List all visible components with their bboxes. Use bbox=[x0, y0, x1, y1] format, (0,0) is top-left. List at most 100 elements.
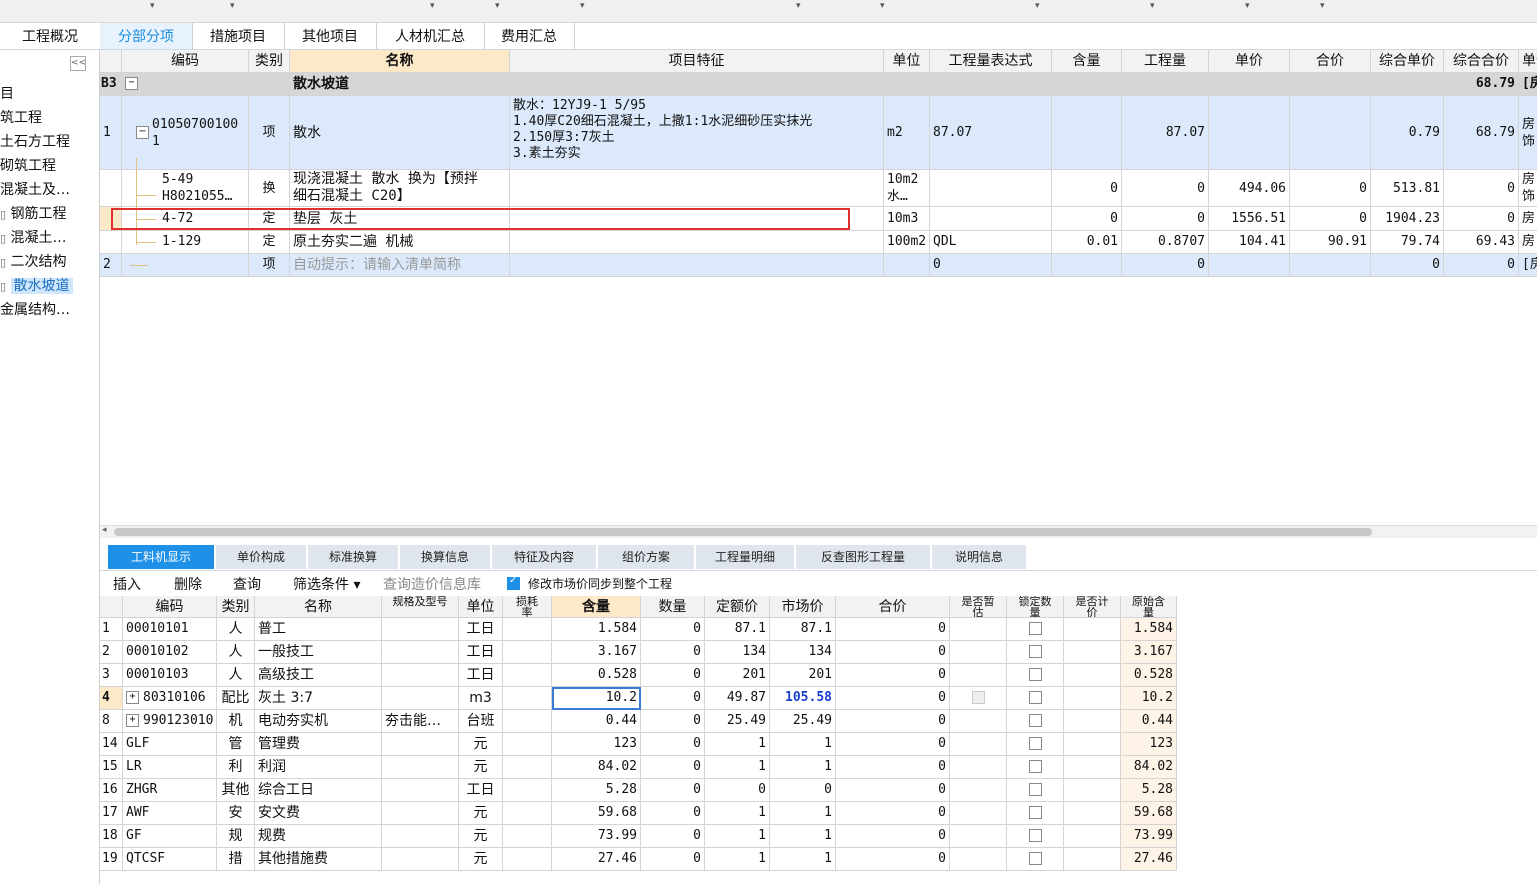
tree-item[interactable]: 土石方工程 bbox=[0, 131, 70, 153]
bill-unit[interactable] bbox=[884, 254, 930, 277]
lock-quantity-checkbox[interactable] bbox=[1028, 645, 1042, 658]
header-type[interactable]: 类别 bbox=[249, 50, 290, 73]
dropdown-arrow-icon[interactable]: ▾ bbox=[1320, 1, 1325, 11]
tree-item[interactable]: 砌筑工程 bbox=[0, 155, 56, 177]
dropdown-arrow-icon[interactable]: ▾ bbox=[430, 1, 435, 11]
resource-market-price[interactable]: 25.49 bbox=[770, 710, 836, 733]
expand-icon[interactable]: + bbox=[126, 691, 139, 704]
resource-content[interactable]: 123 bbox=[552, 733, 641, 756]
header-total[interactable]: 合价 bbox=[1290, 50, 1371, 73]
collapse-icon[interactable]: − bbox=[136, 126, 149, 139]
quota-quantity[interactable]: 0 bbox=[1122, 207, 1209, 231]
tab-unit-price-breakdown[interactable]: 单价构成 bbox=[216, 545, 306, 569]
horizontal-scrollbar[interactable]: ◂ bbox=[100, 525, 1537, 538]
header-comp-total[interactable]: 综合合价 bbox=[1444, 50, 1519, 73]
header-lock-quantity[interactable]: 锁定数量 bbox=[1007, 596, 1064, 618]
tab-divisions[interactable]: 分部分项 bbox=[100, 23, 193, 49]
tab-labor-material-summary[interactable]: 人材机汇总 bbox=[376, 23, 485, 49]
resource-quantity[interactable]: 0 bbox=[641, 848, 705, 871]
lock-quantity-checkbox[interactable] bbox=[1028, 829, 1042, 842]
bill-content[interactable] bbox=[1052, 96, 1122, 170]
table-row[interactable]: 15 LR 利利润元 84.02 0 1 1 0 84.02 bbox=[100, 756, 1180, 779]
header-market-price[interactable]: 市场价 bbox=[770, 596, 836, 618]
tree-item[interactable]: ▯ 二次结构 bbox=[0, 251, 67, 273]
table-row-bill[interactable]: 2 项 自动提示：请输入清单简称 0 0 0 0 [房 bbox=[100, 254, 1537, 277]
table-row[interactable]: 19 QTCSF 措其他措施费元 27.46 0 1 1 0 27.46 bbox=[100, 848, 1180, 871]
dropdown-arrow-icon[interactable]: ▾ bbox=[1035, 1, 1040, 11]
table-row-quota[interactable]: 5-49 H8021055… 换 现浇混凝土 散水 换为【预拌 细石混凝土 C2… bbox=[100, 170, 1537, 207]
resource-market-price[interactable]: 1 bbox=[770, 756, 836, 779]
resource-quantity[interactable]: 0 bbox=[641, 618, 705, 641]
quota-content[interactable]: 0 bbox=[1052, 207, 1122, 231]
quota-expression[interactable] bbox=[930, 170, 1052, 207]
header-is-estimate[interactable]: 是否暂估 bbox=[950, 596, 1007, 618]
resource-quantity[interactable]: 0 bbox=[641, 733, 705, 756]
tree-item[interactable]: 金属结构… bbox=[0, 299, 70, 321]
dropdown-arrow-icon[interactable]: ▾ bbox=[1150, 1, 1155, 11]
resource-market-price[interactable]: 134 bbox=[770, 641, 836, 664]
header-quantity[interactable]: 工程量 bbox=[1122, 50, 1209, 73]
tab-quantity-detail[interactable]: 工程量明细 bbox=[696, 545, 794, 569]
header-original-content[interactable]: 原始含量 bbox=[1121, 596, 1177, 618]
collapse-icon[interactable]: − bbox=[125, 77, 138, 90]
quota-unit[interactable]: 10m3 bbox=[884, 207, 930, 231]
lock-quantity-checkbox[interactable] bbox=[1028, 852, 1042, 865]
bill-expression[interactable]: 87.07 bbox=[930, 96, 1052, 170]
lock-quantity-checkbox[interactable] bbox=[1028, 714, 1042, 727]
lock-quantity-checkbox[interactable] bbox=[1028, 783, 1042, 796]
resource-quantity[interactable]: 0 bbox=[641, 756, 705, 779]
bill-features[interactable]: 散水：12YJ9-1 5/95 1.40厚C20细石混凝土，上撒1:1水泥细砂压… bbox=[510, 96, 884, 170]
bill-features[interactable] bbox=[510, 254, 884, 277]
tree-item[interactable]: ▯ 钢筋工程 bbox=[0, 203, 67, 225]
tab-labor-material-machine[interactable]: 工料机显示 bbox=[108, 545, 214, 569]
header-name[interactable]: 名称 bbox=[290, 50, 510, 73]
header-base-price[interactable]: 定额价 bbox=[705, 596, 770, 618]
resource-quantity[interactable]: 0 bbox=[641, 664, 705, 687]
dropdown-arrow-icon[interactable]: ▾ bbox=[495, 1, 500, 11]
collapse-sidebar-button[interactable]: << bbox=[70, 56, 86, 71]
resource-market-price[interactable]: 1 bbox=[770, 848, 836, 871]
header-code[interactable]: 编码 bbox=[122, 50, 249, 73]
dropdown-arrow-icon[interactable]: ▾ bbox=[796, 1, 801, 11]
header-is-priced[interactable]: 是否计价 bbox=[1064, 596, 1121, 618]
tab-standard-conversion[interactable]: 标准换算 bbox=[308, 545, 398, 569]
header-total[interactable]: 合价 bbox=[836, 596, 950, 618]
dropdown-arrow-icon[interactable]: ▾ bbox=[880, 1, 885, 11]
quota-name[interactable]: 原土夯实二遍 机械 bbox=[290, 231, 510, 254]
quota-features[interactable] bbox=[510, 231, 884, 254]
bill-content[interactable] bbox=[1052, 254, 1122, 277]
header-name[interactable]: 名称 bbox=[255, 596, 382, 618]
quota-unit[interactable]: 100m2 bbox=[884, 231, 930, 254]
header-expression[interactable]: 工程量表达式 bbox=[930, 50, 1052, 73]
table-row[interactable]: 8 +990123010 机电动夯实机 夯击能… 台班 0.44 0 25.49 25.49 0 0… bbox=[100, 710, 1180, 733]
table-row[interactable]: 16 ZHGR 其他 综合工日 工日 5.28 0 0 0 0 5.28 bbox=[100, 779, 1180, 802]
sync-market-price-checkbox[interactable]: ✓ bbox=[507, 575, 520, 591]
header-content[interactable]: 含量 bbox=[552, 596, 641, 618]
table-row[interactable]: 1 00010101 人普工 工日 1.584 0 87.1 87.1 0 1.584 bbox=[100, 618, 1180, 641]
resource-market-price[interactable]: 1 bbox=[770, 733, 836, 756]
quota-quantity[interactable]: 0 bbox=[1122, 170, 1209, 207]
expand-icon[interactable]: + bbox=[126, 714, 139, 727]
quota-expression[interactable] bbox=[930, 207, 1052, 231]
header-quantity[interactable]: 数量 bbox=[641, 596, 705, 618]
scroll-left-icon[interactable]: ◂ bbox=[102, 525, 107, 535]
table-row[interactable]: 2 00010102 人一般技工 工日 3.167 0 134 134 0 3.167 bbox=[100, 641, 1180, 664]
bill-quantity[interactable]: 0 bbox=[1122, 254, 1209, 277]
header-type[interactable]: 类别 bbox=[217, 596, 255, 618]
quota-features[interactable] bbox=[510, 170, 884, 207]
quota-unit[interactable]: 10m2 水… bbox=[884, 170, 930, 207]
resource-market-price[interactable]: 0 bbox=[770, 779, 836, 802]
tree-item[interactable]: 筑工程 bbox=[0, 107, 42, 129]
query-button[interactable]: 查询 bbox=[233, 574, 261, 594]
tab-features-content[interactable]: 特征及内容 bbox=[492, 545, 596, 569]
lock-quantity-checkbox[interactable] bbox=[1028, 737, 1042, 750]
price-database-button[interactable]: 查询造价信息库 bbox=[383, 574, 481, 594]
lock-quantity-checkbox[interactable] bbox=[1028, 691, 1042, 704]
header-unit[interactable]: 单位 bbox=[884, 50, 930, 73]
bill-name[interactable]: 散水 bbox=[290, 96, 510, 170]
table-row[interactable]: 18 GF 规规费元 73.99 0 1 1 0 73.99 bbox=[100, 825, 1180, 848]
tree-item-selected[interactable]: ▯ 散水坡道 bbox=[0, 275, 73, 297]
lock-quantity-checkbox[interactable] bbox=[1028, 806, 1042, 819]
header-features[interactable]: 项目特征 bbox=[510, 50, 884, 73]
header-price[interactable]: 单价 bbox=[1209, 50, 1290, 73]
